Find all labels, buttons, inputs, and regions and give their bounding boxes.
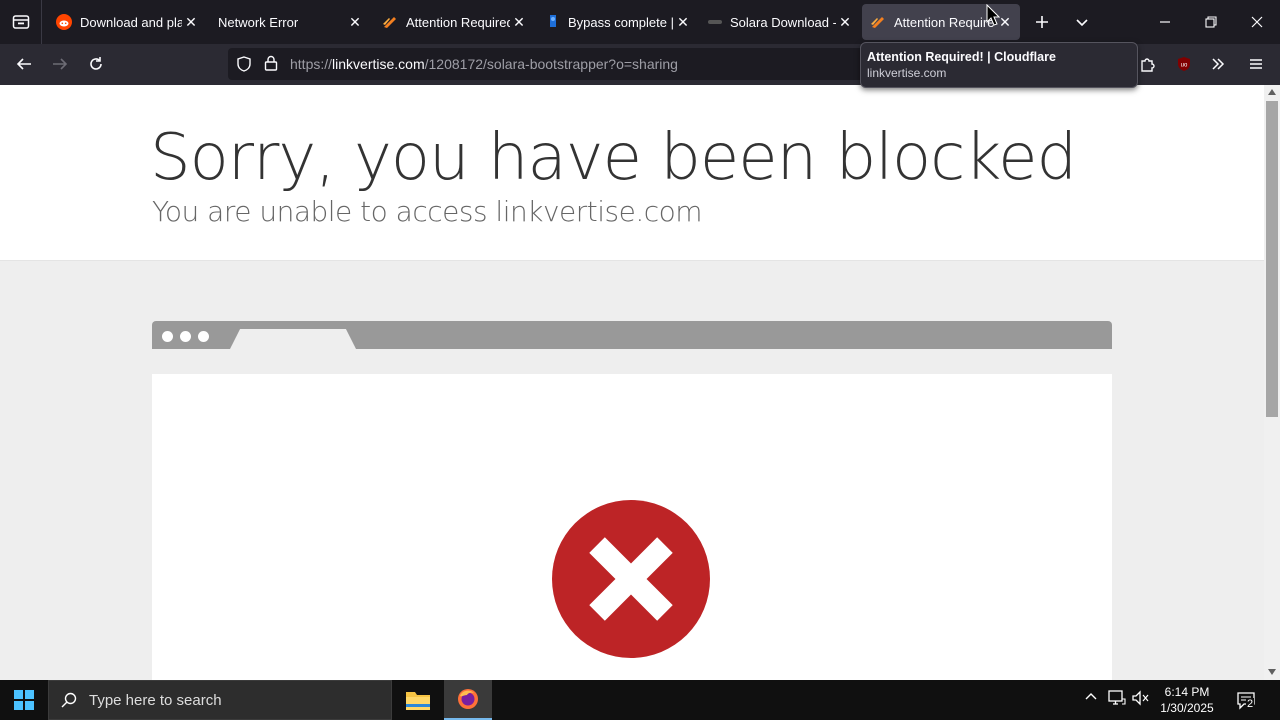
chevron-down-icon — [1076, 19, 1088, 27]
close-icon[interactable]: ✕ — [182, 14, 200, 31]
minimize-icon — [1160, 21, 1170, 23]
reload-button[interactable] — [80, 48, 112, 80]
notification-count: 2 — [1246, 698, 1255, 710]
show-hidden-icons-chevron-icon[interactable] — [1084, 690, 1098, 707]
firefox-view-icon — [12, 15, 29, 29]
notification-center-button[interactable]: 2 — [1232, 688, 1262, 712]
hamburger-icon — [1250, 59, 1262, 69]
start-button[interactable] — [0, 680, 48, 720]
illustration-toolbar — [152, 321, 1112, 349]
solara-icon — [708, 14, 722, 30]
cloudflare-icon — [382, 14, 398, 30]
plus-icon — [1036, 16, 1048, 28]
close-icon[interactable]: ✕ — [836, 14, 854, 31]
puzzle-icon — [1141, 58, 1155, 72]
page-title: Sorry, you have been blocked — [150, 121, 1077, 195]
reload-icon — [90, 57, 102, 70]
window-dot — [180, 331, 191, 342]
url-prefix: https:// — [290, 56, 333, 72]
browser-illustration — [152, 321, 1112, 680]
scroll-down-arrow-icon[interactable] — [1268, 669, 1276, 675]
illustration-tab — [230, 329, 356, 349]
scroll-up-arrow-icon[interactable] — [1268, 89, 1276, 95]
tab-title: Attention Require — [894, 14, 995, 30]
window-dot — [162, 331, 173, 342]
tab-download-and-play[interactable]: Download and play ✕ — [52, 0, 200, 44]
tab-bar: Download and play ✕ Network Error ✕ Atte… — [0, 0, 1280, 44]
windows-logo-icon — [14, 690, 34, 710]
url-path: /1208172/solara-bootstrapper?o=sharing — [424, 56, 678, 72]
arrow-left-icon — [16, 58, 31, 70]
folder-icon — [406, 692, 430, 710]
close-icon[interactable]: ✕ — [346, 14, 364, 31]
url-text[interactable]: https://linkvertise.com/1208172/solara-b… — [290, 56, 678, 72]
ublock-origin-button[interactable]: uo — [1168, 48, 1200, 80]
cloudflare-icon — [870, 14, 886, 30]
mouse-cursor-icon — [986, 4, 1000, 26]
tab-bypass-complete[interactable]: Bypass complete | B ✕ — [544, 0, 692, 44]
tab-title: Bypass complete | B — [568, 14, 674, 30]
clock-date: 1/30/2025 — [1160, 701, 1214, 715]
tab-tooltip: Attention Required! | Cloudflare linkver… — [860, 42, 1138, 88]
header-section: Sorry, you have been blocked You are una… — [0, 85, 1264, 261]
tab-attention-required[interactable]: Attention Required! ✕ — [378, 0, 528, 44]
page-content: Sorry, you have been blocked You are una… — [0, 85, 1264, 680]
firefox-taskbar-button[interactable] — [444, 680, 492, 720]
vertical-scrollbar[interactable] — [1264, 85, 1280, 680]
new-tab-button[interactable] — [1020, 0, 1064, 44]
close-window-button[interactable] — [1234, 0, 1280, 44]
tab-title: Download and play — [80, 14, 182, 30]
arrow-right-icon — [53, 58, 68, 70]
scrollbar-thumb[interactable] — [1266, 101, 1278, 417]
search-placeholder: Type here to search — [89, 691, 222, 709]
forward-button[interactable] — [44, 48, 76, 80]
tooltip-title: Attention Required! | Cloudflare — [867, 50, 1056, 64]
firefox-icon — [458, 689, 478, 709]
reddit-icon — [56, 14, 72, 30]
file-explorer-button[interactable] — [394, 680, 442, 720]
firefox-view-button[interactable] — [0, 0, 42, 44]
minimize-button[interactable] — [1142, 0, 1188, 44]
tab-solara-download[interactable]: Solara Download - V ✕ — [706, 0, 854, 44]
double-chevron-right-icon — [1212, 58, 1225, 70]
tab-title: Network Error — [218, 14, 299, 30]
svg-text:uo: uo — [1181, 63, 1188, 69]
windows-taskbar: Type here to search 6:14 PM 1/30/2025 2 — [0, 680, 1280, 720]
illustration-body — [152, 374, 1112, 680]
close-icon[interactable]: ✕ — [674, 14, 692, 31]
ublock-icon: uo — [1178, 57, 1190, 71]
error-x-icon — [552, 500, 710, 658]
page-subtitle: You are unable to access linkvertise.com — [152, 195, 703, 228]
close-icon — [1251, 16, 1263, 28]
network-icon[interactable] — [1108, 690, 1126, 709]
tab-title: Solara Download - V — [730, 14, 836, 30]
window-dot — [198, 331, 209, 342]
close-icon[interactable]: ✕ — [510, 14, 528, 31]
tooltip-url: linkvertise.com — [867, 66, 947, 80]
url-host: linkvertise.com — [332, 56, 425, 72]
tab-network-error[interactable]: Network Error ✕ — [214, 0, 364, 44]
taskbar-search-box[interactable]: Type here to search — [48, 680, 392, 720]
clock-time: 6:14 PM — [1164, 685, 1210, 699]
app-menu-button[interactable] — [1240, 48, 1272, 80]
lock-icon[interactable] — [264, 55, 278, 76]
tab-title: Attention Required! — [406, 14, 510, 30]
bypass-icon — [548, 14, 560, 30]
restore-button[interactable] — [1188, 0, 1234, 44]
list-all-tabs-button[interactable] — [1060, 0, 1104, 44]
volume-icon[interactable] — [1132, 690, 1150, 709]
restore-icon — [1205, 16, 1217, 28]
taskbar-clock[interactable]: 6:14 PM 1/30/2025 — [1154, 684, 1220, 716]
back-button[interactable] — [8, 48, 40, 80]
search-icon — [61, 692, 77, 708]
more-tools-button[interactable] — [1202, 48, 1234, 80]
tracking-protection-icon[interactable] — [236, 56, 252, 77]
